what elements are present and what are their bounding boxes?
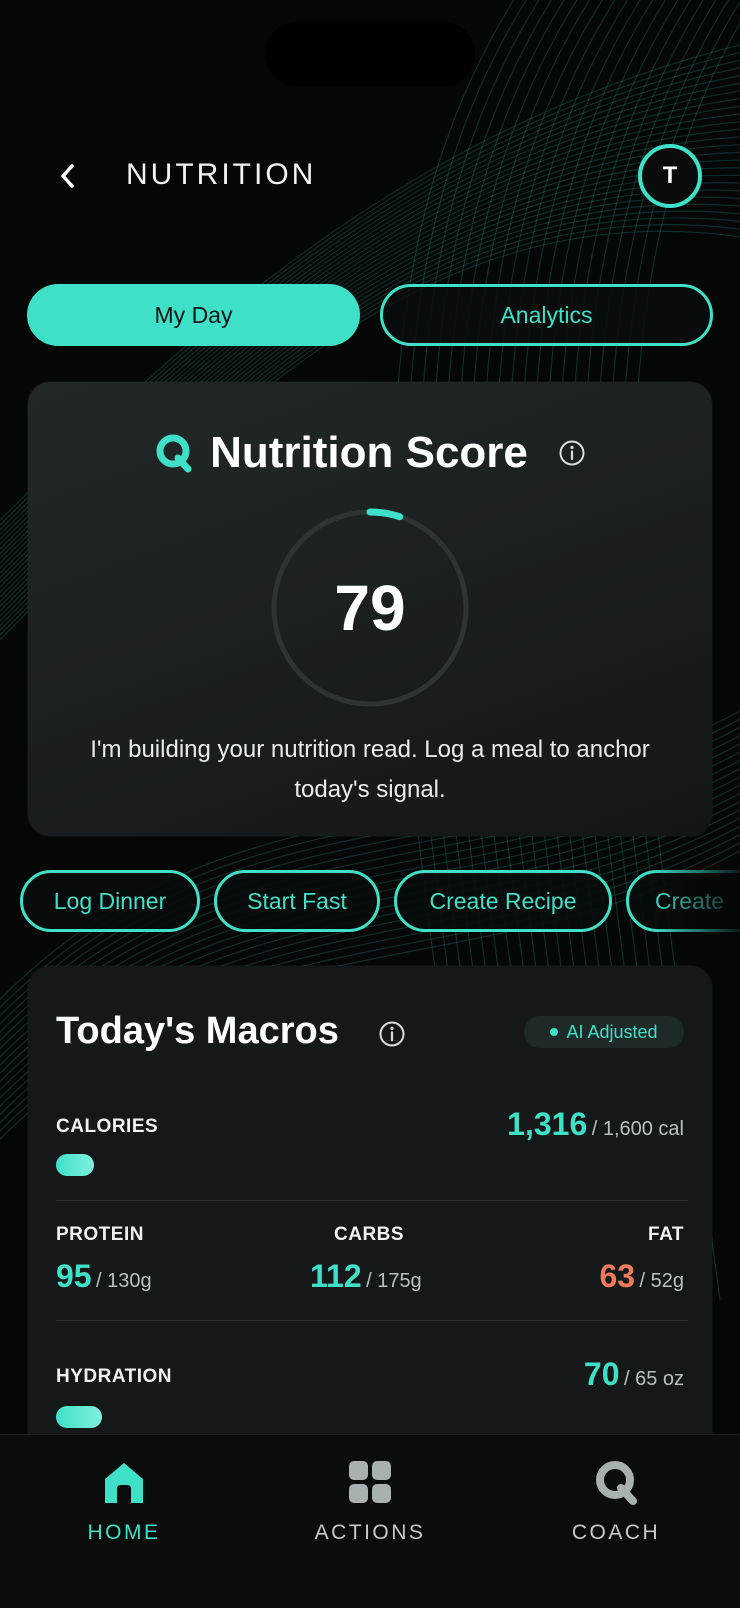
tab-my-day[interactable]: My Day: [27, 284, 360, 346]
chevron-left-icon: [61, 164, 74, 188]
calories-label: CALORIES: [56, 1116, 159, 1137]
score-card-header: Nutrition Score: [28, 422, 712, 484]
carbs-value: 112: [310, 1258, 362, 1294]
info-icon[interactable]: [558, 439, 586, 467]
protein-value: 95: [56, 1258, 92, 1294]
score-message: I'm building your nutrition read. Log a …: [90, 736, 650, 803]
hydration-target: / 65 oz: [623, 1368, 684, 1390]
info-icon[interactable]: [378, 1020, 406, 1048]
q-logo-icon: [156, 434, 192, 473]
tab-analytics[interactable]: Analytics: [380, 284, 713, 346]
calories-progress-bar: [56, 1154, 94, 1176]
fat-value-group: 63 / 52g: [599, 1258, 684, 1295]
top-header: NUTRITION T: [0, 140, 740, 212]
divider: [56, 1320, 688, 1321]
chip-create-recipe[interactable]: Create Recipe: [394, 870, 612, 932]
nav-coach[interactable]: COACH: [516, 1459, 716, 1569]
calories-value: 1,316: [507, 1106, 588, 1142]
nav-home[interactable]: HOME: [24, 1459, 224, 1569]
avatar[interactable]: T: [638, 144, 702, 208]
divider: [56, 1200, 688, 1201]
coach-q-icon: [596, 1461, 637, 1505]
ai-badge-label: AI Adjusted: [566, 1021, 658, 1042]
todays-macros-card: Today's Macros AI Adjusted CALORIES 1,31…: [28, 966, 712, 1436]
macros-title: Today's Macros: [56, 1010, 339, 1052]
chip-log-dinner[interactable]: Log Dinner: [20, 870, 200, 932]
view-tabs: My Day Analytics: [27, 284, 713, 346]
chip-start-fast[interactable]: Start Fast: [214, 870, 380, 932]
score-value: 79: [334, 572, 406, 644]
fat-label: FAT: [648, 1224, 684, 1245]
bottom-nav: HOME ACTIONS COACH: [0, 1434, 740, 1608]
grid-icon: [349, 1461, 391, 1503]
carbs-label: CARBS: [334, 1224, 405, 1245]
score-title: Nutrition Score: [210, 428, 528, 477]
nutrition-score-card: Nutrition Score 79 I'm building your nut…: [28, 382, 712, 836]
protein-value-group: 95 / 130g: [56, 1258, 152, 1295]
hydration-progress-bar: [56, 1406, 102, 1428]
nav-home-label: HOME: [87, 1521, 161, 1544]
fat-value: 63: [599, 1258, 636, 1294]
protein-target: / 130g: [96, 1270, 152, 1292]
fat-target: / 52g: [639, 1270, 684, 1292]
protein-label: PROTEIN: [56, 1224, 144, 1245]
home-icon: [105, 1463, 143, 1503]
calories-value-group: 1,316 / 1,600 cal: [507, 1106, 684, 1143]
dynamic-island: [265, 22, 475, 86]
nav-actions[interactable]: ACTIONS: [270, 1459, 470, 1569]
status-dot-icon: [550, 1028, 559, 1036]
chips-fade-overlay: [650, 870, 740, 934]
page-title: NUTRITION: [126, 158, 317, 191]
back-button[interactable]: [48, 152, 88, 200]
quick-action-chips: Log Dinner Start Fast Create Recipe Crea…: [0, 870, 740, 934]
hydration-label: HYDRATION: [56, 1366, 173, 1387]
nav-actions-label: ACTIONS: [314, 1521, 426, 1544]
calories-target: / 1,600 cal: [591, 1118, 684, 1140]
nav-coach-label: COACH: [571, 1521, 661, 1544]
carbs-target: / 175g: [366, 1270, 422, 1292]
hydration-value: 70: [583, 1356, 620, 1392]
carbs-value-group: 112 / 175g: [310, 1258, 422, 1295]
hydration-value-group: 70 / 65 oz: [584, 1356, 684, 1393]
ai-adjusted-badge: AI Adjusted: [524, 1016, 684, 1048]
